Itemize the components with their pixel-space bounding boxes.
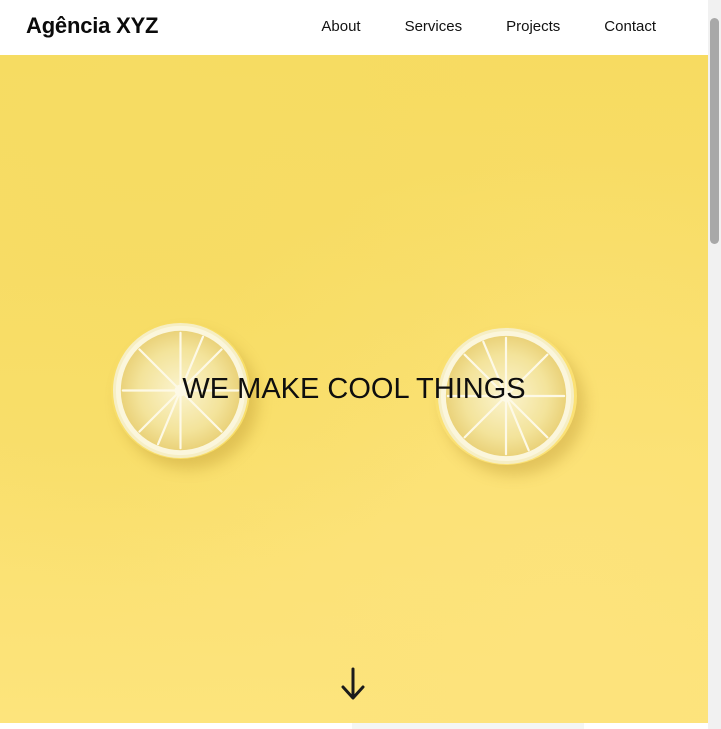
nav-link-about[interactable]: About [321,17,360,37]
site-header: Agência XYZ About Services Projects Cont… [0,0,708,55]
hero-section: WE MAKE COOL THINGS [0,55,708,723]
hero-headline: WE MAKE COOL THINGS [182,373,526,405]
page-scrollbar[interactable] [708,0,721,729]
brand-logo[interactable]: Agência XYZ [26,12,158,40]
nav-link-services[interactable]: Services [405,17,463,37]
nav-link-projects[interactable]: Projects [506,17,560,37]
main-nav: About Services Projects Contact [277,17,656,37]
next-section-edge-highlight [352,723,584,729]
scroll-down-arrow-icon[interactable] [338,663,368,707]
scrollbar-thumb[interactable] [710,18,719,244]
nav-link-contact[interactable]: Contact [604,17,656,37]
